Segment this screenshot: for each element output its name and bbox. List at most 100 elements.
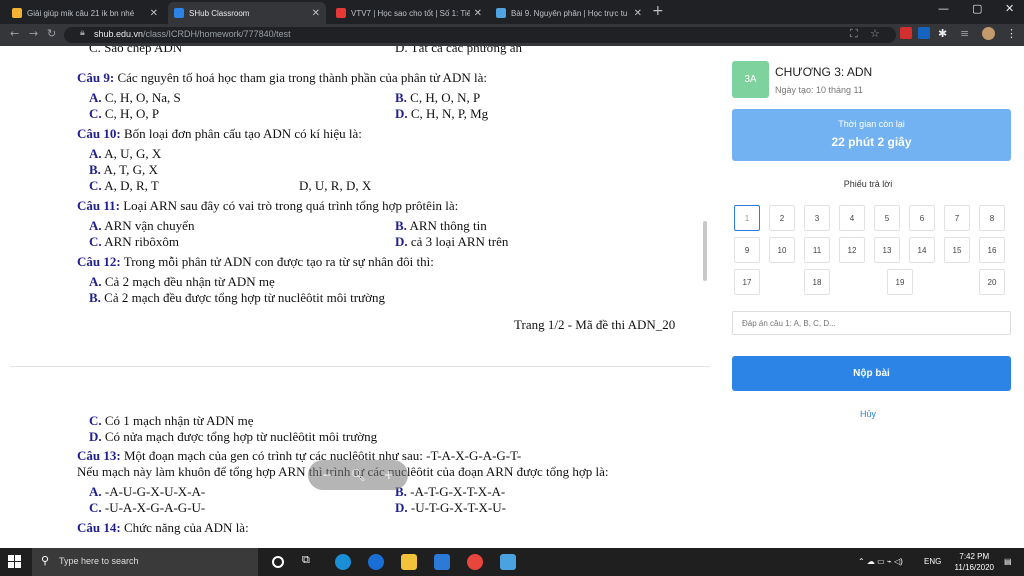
puzzle-extensions-icon[interactable]: ✱ <box>938 27 947 40</box>
reload-icon[interactable]: ↻ <box>47 27 56 40</box>
q11-option-d: D. cả 3 loại ARN trên <box>395 234 509 249</box>
cancel-link[interactable]: Hủy <box>712 409 1024 419</box>
chrome-icon[interactable] <box>467 554 483 570</box>
class-badge: 3A <box>732 61 769 98</box>
q11-option-b: B. ARN thông tin <box>395 218 487 233</box>
youtube-favicon-icon <box>336 8 346 18</box>
question-number-button[interactable]: 19 <box>887 269 913 295</box>
file-explorer-icon[interactable] <box>401 554 417 570</box>
question-number-button[interactable]: 20 <box>979 269 1005 295</box>
question-number-button[interactable]: 1 <box>734 205 760 231</box>
created-date: Ngày tạo: 10 tháng 11 <box>775 85 863 95</box>
question-number-button[interactable]: 12 <box>839 237 865 263</box>
extension-icon[interactable] <box>918 27 930 39</box>
cut-line-c: C. Sao chép ADN <box>89 46 183 55</box>
answer-input[interactable] <box>732 311 1011 335</box>
new-tab-icon[interactable]: + <box>652 3 664 19</box>
zoom-in-button[interactable]: + <box>384 468 394 482</box>
photos-icon[interactable] <box>500 554 516 570</box>
extension-icon[interactable] <box>900 27 912 39</box>
close-window-icon[interactable]: ✕ <box>1005 2 1014 15</box>
lock-icon: 🔒︎ <box>80 28 85 38</box>
cloud-favicon-icon <box>496 8 506 18</box>
page-footer: Trang 1/2 - Mã đề thi ADN_20 <box>514 317 676 332</box>
q12-option-a: A. Cả 2 mạch đều nhận từ ADN mẹ <box>89 274 275 289</box>
question-number-button[interactable]: 10 <box>769 237 795 263</box>
submit-button[interactable]: Nộp bài <box>732 356 1011 391</box>
question-number-button[interactable]: 3 <box>804 205 830 231</box>
shub-favicon-icon <box>174 8 184 18</box>
timer-value: 22 phút 2 giây <box>831 135 912 149</box>
browser-toolbar: ← → ↻ 🔒︎ shub.edu.vn/class/ICRDH/homewor… <box>0 24 1024 46</box>
address-bar[interactable]: 🔒︎ shub.edu.vn/class/ICRDH/homework/7778… <box>64 27 896 43</box>
answer-sheet-title: Phiếu trả lời <box>843 179 893 189</box>
q12-option-b: B. Cả 2 mạch đều được tổng hợp từ nuclêô… <box>89 290 385 305</box>
q9-option-d: D. C, H, N, P, Mg <box>395 106 489 121</box>
tray-icons[interactable]: ⌃ ☁ ▭ ⌁ ◁) <box>858 557 903 566</box>
question-number-button[interactable]: 6 <box>909 205 935 231</box>
clock-time: 7:42 PM <box>959 552 990 561</box>
question-13: Câu 13: Một đoạn mạch của gen có trình t… <box>77 448 522 463</box>
tab-vtv7[interactable]: VTV7 | Học sao cho tốt | Số 1: Tiế ✕ <box>330 2 488 24</box>
question-number-button[interactable]: 18 <box>804 269 830 295</box>
media-queue-icon[interactable]: ≡ <box>960 27 969 40</box>
ie-icon[interactable] <box>368 554 384 570</box>
q11-option-a: A. ARN vận chuyển <box>89 218 195 233</box>
close-tab-icon[interactable]: ✕ <box>150 8 158 19</box>
q10-option-a: A. A, U, G, X <box>89 146 162 161</box>
question-number-button[interactable]: 14 <box>909 237 935 263</box>
notification-icon[interactable]: ▤ <box>1004 557 1012 566</box>
taskbar-search[interactable]: ⚲ Type here to search <box>32 548 258 576</box>
task-view-icon[interactable]: ⧉ <box>302 554 318 570</box>
q10-option-c: C. A, D, R, T <box>89 178 159 193</box>
edge-icon[interactable] <box>335 554 351 570</box>
question-number-button[interactable]: 2 <box>769 205 795 231</box>
zoom-out-button[interactable]: − <box>322 468 332 482</box>
q13-option-c: C. -U-A-X-G-A-G-U- <box>89 500 206 515</box>
maximize-icon[interactable]: ▢ <box>972 2 982 15</box>
tab-giai-giup[interactable]: Giải giúp mik câu 21 ik bn nhé ✕ <box>6 2 164 24</box>
close-tab-icon[interactable]: ✕ <box>634 8 642 19</box>
question-number-button[interactable]: 8 <box>979 205 1005 231</box>
mail-icon[interactable] <box>434 554 450 570</box>
tab-shub-classroom[interactable]: SHub Classroom ✕ <box>168 2 326 24</box>
question-12: Câu 12: Trong mỗi phân tử ADN con được t… <box>77 254 434 269</box>
question-number-button[interactable]: 4 <box>839 205 865 231</box>
translate-icon[interactable]: ⛶ <box>850 27 858 41</box>
question-number-button[interactable]: 11 <box>804 237 830 263</box>
language-indicator[interactable]: ENG <box>924 557 941 566</box>
q9-option-c: C. C, H, O, P <box>89 106 160 121</box>
tab-nguyen-phan[interactable]: Bài 9. Nguyên phân | Học trực tu ✕ <box>490 2 648 24</box>
question-number-button[interactable]: 5 <box>874 205 900 231</box>
profile-avatar[interactable] <box>982 27 995 40</box>
close-tab-icon[interactable]: ✕ <box>312 8 320 19</box>
windows-taskbar: ⚲ Type here to search ⧉ ⌃ ☁ ▭ ⌁ ◁) ENG 7… <box>0 548 1024 576</box>
q10-option-b: B. A, T, G, X <box>89 162 158 177</box>
zoom-search-icon[interactable]: 🔍︎ <box>350 468 365 482</box>
chrome-menu-icon[interactable]: ⋮ <box>1006 27 1017 40</box>
hoc247-favicon-icon <box>12 8 22 18</box>
back-icon[interactable]: ← <box>10 27 19 40</box>
forward-icon[interactable]: → <box>29 27 38 40</box>
question-number-button[interactable]: 13 <box>874 237 900 263</box>
question-number-button[interactable]: 17 <box>734 269 760 295</box>
zoom-controls: − 🔍︎ + <box>308 460 408 490</box>
question-9: Câu 9: Các nguyên tố hoá học tham gia tr… <box>77 70 487 85</box>
minimize-icon[interactable]: — <box>938 2 949 15</box>
question-number-button[interactable]: 16 <box>979 237 1005 263</box>
q13-option-a: A. -A-U-G-X-U-X-A- <box>89 484 206 499</box>
taskbar-search-placeholder: Type here to search <box>59 556 139 566</box>
cortana-icon[interactable] <box>272 556 284 568</box>
windows-start-icon[interactable] <box>8 555 22 569</box>
bookmark-star-icon[interactable]: ☆ <box>870 27 880 40</box>
q13-option-d: D. -U-T-G-X-T-X-U- <box>395 500 506 515</box>
question-11: Câu 11: Loại ARN sau đây có vai trò tron… <box>77 198 459 213</box>
question-number-button[interactable]: 15 <box>944 237 970 263</box>
question-number-button[interactable]: 9 <box>734 237 760 263</box>
close-tab-icon[interactable]: ✕ <box>474 8 482 19</box>
document-scrollbar[interactable] <box>703 221 707 281</box>
exam-document: C. Sao chép ADN D. Tất cả các phương án … <box>0 46 712 548</box>
question-number-button[interactable]: 7 <box>944 205 970 231</box>
taskbar-clock[interactable]: 7:42 PM 11/16/2020 <box>955 551 994 573</box>
chapter-title: CHƯƠNG 3: ADN <box>775 65 873 79</box>
